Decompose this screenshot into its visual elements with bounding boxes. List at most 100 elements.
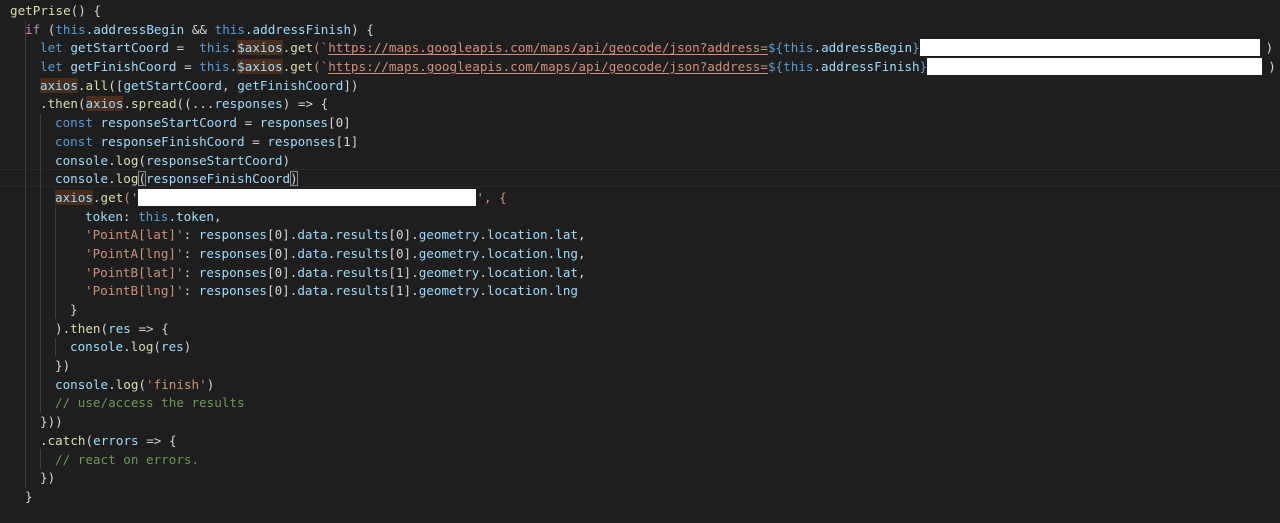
keyword-const: const <box>55 115 93 131</box>
comment: // react on errors. <box>55 451 200 467</box>
string-key: 'PointA[lng]' <box>85 245 184 261</box>
token: [0]. <box>267 283 298 299</box>
method: get <box>290 59 314 75</box>
token: } <box>70 302 78 317</box>
argument: res <box>161 339 184 355</box>
method: all <box>85 77 109 93</box>
token: . <box>108 376 116 392</box>
method: log <box>130 339 154 355</box>
property: geometry <box>418 227 480 243</box>
object: console <box>70 339 124 355</box>
token: () { <box>70 3 102 18</box>
token: [0] <box>327 115 351 131</box>
url-link[interactable]: https://maps.googleapis.com/maps/api/geo… <box>328 59 768 74</box>
variable: getStartCoord <box>123 77 223 93</box>
token: = <box>168 40 200 56</box>
code-line-21: console.log('finish') <box>10 376 1276 395</box>
token: ). <box>55 320 71 336</box>
code-line-9: console.log(responseStartCoord) <box>10 152 1276 171</box>
highlighted-axios: $axios <box>237 59 283 75</box>
highlighted-axios: $axios <box>237 40 283 56</box>
token: [0]. <box>388 245 419 261</box>
template-close: } <box>912 40 920 56</box>
token: ( <box>153 339 162 355</box>
token: = <box>244 133 268 149</box>
function-name: getPrise <box>10 3 71 18</box>
token: ) <box>183 339 192 355</box>
token: ]) <box>343 77 359 93</box>
token: [0]. <box>267 245 298 261</box>
highlighted-axios: axios <box>55 189 93 205</box>
keyword-let: let <box>40 59 63 75</box>
property: data <box>297 283 328 299</box>
property: geometry <box>418 283 480 299</box>
token: && <box>184 21 215 37</box>
property: results <box>335 283 389 299</box>
token: })) <box>40 414 63 430</box>
token: . <box>92 189 101 205</box>
token: , <box>577 264 586 280</box>
token: . <box>108 171 116 187</box>
keyword-this: this <box>138 208 169 224</box>
method: spread <box>131 96 177 112</box>
string-literal: 'finish' <box>146 376 207 392</box>
token: (` <box>313 40 329 56</box>
property: lng <box>555 245 578 261</box>
string-key: 'PointA[lat]' <box>85 227 184 243</box>
code-line-15: 'PointB[lat]': responses[0].data.results… <box>85 264 586 280</box>
token: ([ <box>108 77 124 93</box>
method: then <box>47 96 78 112</box>
code-editor[interactable]: getPrise() { if (this.addressBegin && th… <box>0 0 1280 523</box>
redacted-region <box>919 39 1260 57</box>
property: geometry <box>418 245 480 261</box>
token: ( <box>85 432 94 448</box>
token: : <box>183 245 199 261</box>
code-line-20: }) <box>10 357 1276 376</box>
token: [0]. <box>267 227 298 243</box>
property: lat <box>555 264 578 280</box>
keyword-this: this <box>199 40 230 56</box>
parameter: res <box>108 320 131 336</box>
variable: getFinishCoord <box>237 77 344 93</box>
keyword-const: const <box>55 133 93 149</box>
token: ) { <box>351 21 374 37</box>
token: ( <box>40 21 56 37</box>
token: (( <box>176 96 192 112</box>
method: log <box>115 376 139 392</box>
keyword-this: this <box>55 21 86 37</box>
token: : <box>183 283 199 299</box>
property: location <box>486 245 548 261</box>
code-line-6: .then(axios.spread((...responses) => { <box>10 95 1276 114</box>
code-line-14: 'PointA[lng]': responses[0].data.results… <box>85 245 586 261</box>
token: ( <box>77 96 86 112</box>
code-line-13: 'PointA[lat]': responses[0].data.results… <box>85 227 586 243</box>
token: }) <box>55 358 71 374</box>
argument: responseStartCoord <box>146 152 283 168</box>
string-key: 'PointB[lat]' <box>85 264 184 280</box>
variable: responses <box>259 115 328 131</box>
method: catch <box>47 432 86 448</box>
code-content[interactable]: getPrise() { if (this.addressBegin && th… <box>10 2 1276 507</box>
property: results <box>335 245 389 261</box>
token: = <box>236 115 260 131</box>
token: } <box>25 488 33 504</box>
token: ( <box>138 376 147 392</box>
token: , <box>577 227 586 243</box>
code-line-18: ).then(res => { <box>10 320 1276 339</box>
token: ( <box>138 152 147 168</box>
token: [0]. <box>388 227 419 243</box>
variable: responseStartCoord <box>92 115 237 131</box>
variable: responses <box>267 133 336 149</box>
token: , <box>577 245 586 261</box>
code-line-4: let getFinishCoord = this.$axios.get(`ht… <box>10 58 1276 77</box>
highlighted-axios: axios <box>40 77 78 93</box>
variable: getFinishCoord <box>62 59 177 75</box>
argument: responseFinishCoord <box>146 171 291 187</box>
code-line-27: } <box>10 488 1276 507</box>
property: geometry <box>418 264 480 280</box>
token: . <box>123 339 131 355</box>
url-link[interactable]: https://maps.googleapis.com/maps/api/geo… <box>328 40 768 55</box>
code-line-12: token: this.token, <box>10 208 1276 227</box>
code-line-5: axios.all([getStartCoord, getFinishCoord… <box>10 77 1276 96</box>
code-line-22: // use/access the results <box>10 394 1276 413</box>
